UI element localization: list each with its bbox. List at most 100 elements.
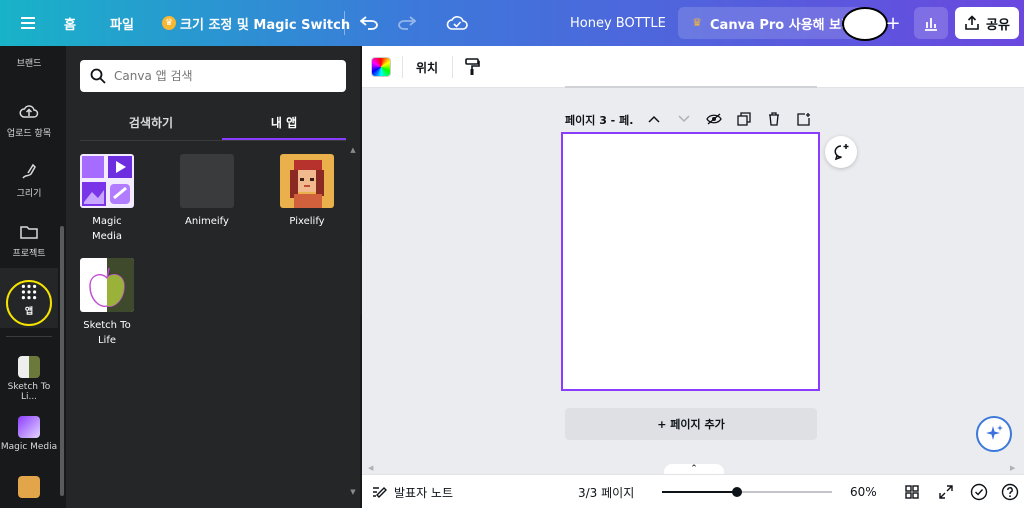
crown-icon: ♛ [162, 16, 176, 30]
rail-item-projects[interactable]: 프로젝트 [0, 222, 58, 259]
rail-item-sketch-to-life[interactable]: Sketch To Li... [0, 356, 58, 402]
fullscreen-icon[interactable] [936, 475, 956, 508]
share-label: 공유 [986, 17, 1010, 33]
rail-item-uploads[interactable]: 업로드 항목 [0, 102, 58, 139]
folder-icon [20, 226, 38, 239]
page-count[interactable]: 3/3 페이지 [578, 475, 634, 508]
scroll-right-arrow-icon[interactable]: ▶ [1010, 464, 1015, 472]
divider [344, 11, 345, 35]
rail-item-label: 그리기 [16, 189, 42, 199]
rail-item-label: 브랜드 [16, 59, 42, 69]
pixelify-thumb [280, 154, 334, 208]
sketch-to-life-thumb [80, 258, 134, 312]
check-circle-icon[interactable] [969, 475, 989, 508]
app-name: Pixelify [289, 216, 325, 227]
footer-bar: 발표자 노트 3/3 페이지 60% [362, 474, 1024, 508]
help-icon[interactable] [1000, 475, 1020, 508]
add-comment-button[interactable] [825, 136, 857, 168]
add-page-after-icon[interactable] [795, 110, 813, 128]
crown-icon: ♛ [692, 16, 702, 29]
delete-page-icon[interactable] [765, 110, 783, 128]
presenter-notes-button[interactable]: 발표자 노트 [372, 475, 453, 508]
tab-my-apps[interactable]: 내 앱 [222, 114, 346, 138]
rail-scrollbar[interactable] [60, 226, 64, 496]
chevron-down-icon[interactable] [675, 110, 693, 128]
active-tab-indicator [222, 138, 346, 140]
divider [6, 336, 52, 337]
tab-search[interactable]: 검색하기 [80, 114, 222, 138]
context-toolbar: 위치 [362, 46, 1024, 88]
app-search-box[interactable] [80, 60, 346, 92]
app-name: Sketch To Life [83, 320, 131, 346]
top-bar: 홈 파일 ♛ 크기 조정 및 Magic Switch Honey BOTTLE… [0, 0, 1024, 46]
add-page-button[interactable]: + 페이지 추가 [565, 408, 817, 440]
apps-panel: 검색하기 내 앱 Magic Media Animeify [66, 46, 360, 508]
file-menu-button[interactable]: 파일 [110, 0, 134, 46]
undo-icon[interactable] [356, 0, 382, 46]
document-title[interactable]: Honey BOTTLE [570, 0, 666, 46]
app-name: Animeify [185, 216, 229, 227]
comment-plus-icon [834, 144, 849, 161]
animeify-thumb [180, 154, 234, 208]
share-button[interactable]: 공유 [955, 7, 1019, 39]
magic-assistant-button[interactable] [976, 416, 1012, 452]
divider [402, 56, 403, 78]
design-page[interactable] [561, 132, 820, 391]
zoom-slider[interactable] [662, 475, 832, 508]
zoom-handle[interactable] [731, 487, 742, 497]
rail-item-magic-media[interactable]: Magic Media [0, 416, 58, 452]
app-tile-animeify[interactable]: Animeify [177, 154, 237, 229]
position-button[interactable]: 위치 [416, 46, 438, 88]
scroll-left-arrow-icon[interactable]: ◀ [368, 464, 373, 472]
grid-view-icon[interactable] [902, 475, 922, 508]
highlight-circle [6, 280, 52, 326]
notes-label: 발표자 노트 [394, 485, 454, 500]
sketch-to-life-app-icon [18, 356, 40, 378]
pixelify-app-icon [18, 476, 40, 498]
rail-item-brand[interactable]: 브랜드 [0, 56, 58, 69]
scroll-down-arrow-icon[interactable]: ▼ [349, 488, 357, 496]
redo-icon[interactable] [394, 0, 420, 46]
draw-icon [22, 163, 36, 179]
app-tile-pixelify[interactable]: Pixelify [277, 154, 337, 229]
zoom-level[interactable]: 60% [850, 475, 877, 508]
copy-style-button[interactable] [464, 46, 480, 88]
magic-media-thumb [80, 154, 134, 208]
rail-item-label: 프로젝트 [12, 249, 46, 259]
app-tile-sketch-to-life[interactable]: Sketch To Life [77, 258, 137, 348]
divider [452, 56, 453, 78]
magic-media-app-icon [18, 416, 40, 438]
divider [80, 140, 346, 141]
notes-pencil-icon [373, 487, 387, 498]
scroll-up-arrow-icon[interactable]: ▲ [349, 146, 357, 154]
analytics-button[interactable] [914, 7, 948, 39]
rail-item-label: Magic Media [0, 442, 58, 452]
duplicate-page-icon[interactable] [735, 110, 753, 128]
sparkle-icon [986, 425, 1003, 440]
menu-icon[interactable] [14, 0, 42, 46]
avatar[interactable] [842, 7, 888, 41]
rail-item-pixelify[interactable] [0, 476, 58, 502]
invite-plus-icon[interactable]: + [884, 0, 902, 46]
search-icon [90, 68, 106, 84]
hide-page-icon[interactable] [705, 110, 723, 128]
upload-cloud-icon [19, 105, 39, 118]
page-title[interactable]: 페이지 3 - 페. [565, 112, 633, 128]
cloud-saved-icon[interactable] [444, 0, 470, 46]
pro-label: Canva Pro 사용해 보기 [710, 17, 854, 33]
zoom-track[interactable] [662, 487, 832, 497]
chevron-up-icon[interactable] [645, 110, 663, 128]
previous-page-edge [565, 86, 817, 88]
search-input[interactable] [114, 69, 334, 83]
app-name: Magic Media [91, 216, 123, 242]
share-upload-icon [965, 15, 979, 30]
home-button[interactable]: 홈 [64, 0, 76, 46]
rail-item-draw[interactable]: 그리기 [0, 162, 58, 199]
resize-magic-switch-button[interactable]: ♛ 크기 조정 및 Magic Switch [162, 0, 350, 46]
editor-canvas-area: 위치 페이지 3 - 페. + 페이지 추가 ◀ ▶ ⌃ 발표자 노트 3/3 … [362, 46, 1024, 508]
try-canva-pro-button[interactable]: ♛ Canva Pro 사용해 보기 [678, 7, 866, 39]
app-tile-magic-media[interactable]: Magic Media [77, 154, 137, 244]
panel-scrollbar[interactable]: ▲ ▼ [349, 146, 357, 496]
color-picker-icon[interactable] [371, 57, 391, 77]
rail-item-label: Sketch To Li... [7, 382, 51, 402]
